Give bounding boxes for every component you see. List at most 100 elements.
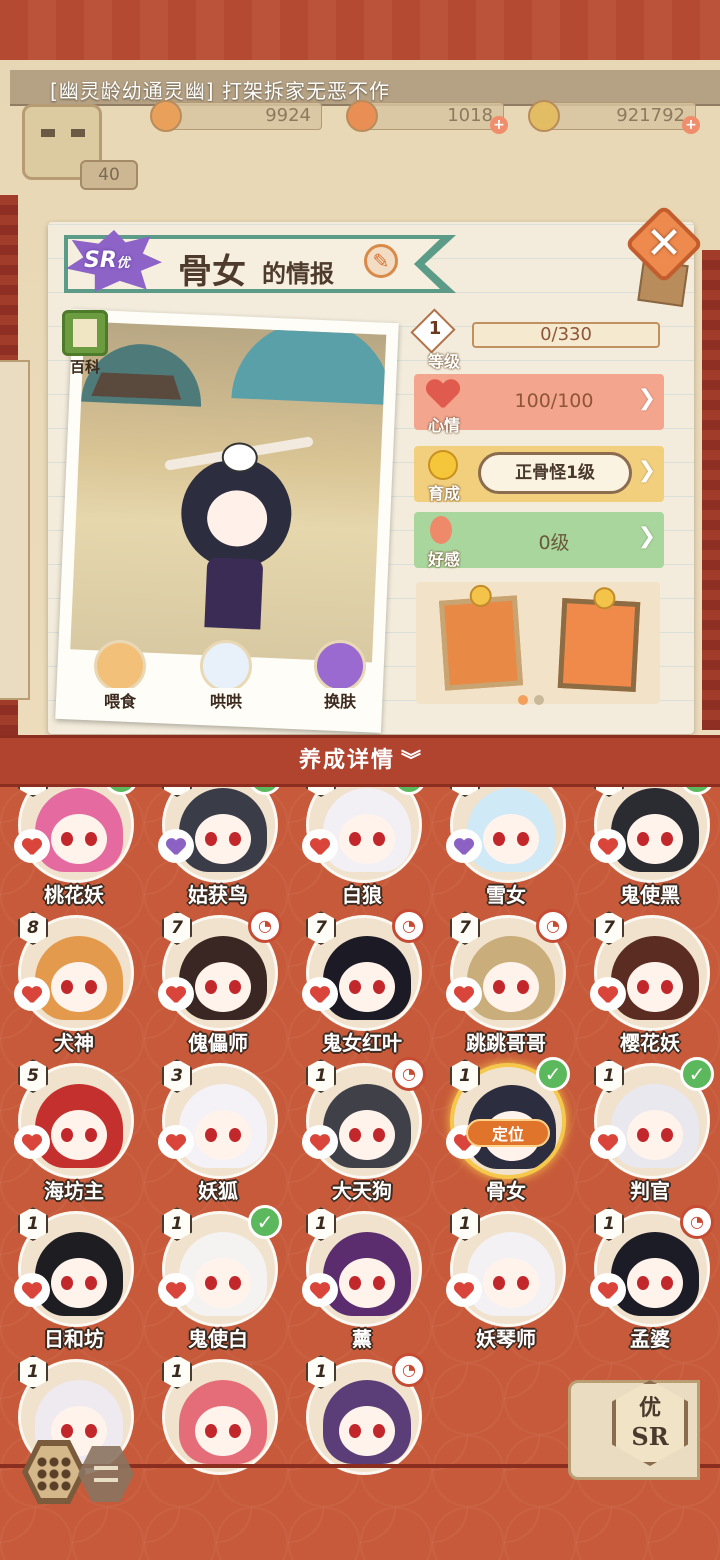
roster-card[interactable]: 7 ◔ 跳跳哥哥 <box>436 909 576 1071</box>
add-gourd-button[interactable]: + <box>490 116 508 134</box>
roster-card[interactable]: 8✓鬼使黑 <box>580 787 720 923</box>
mood-heart-icon <box>586 1271 630 1311</box>
roster-card[interactable]: 7 樱花妖 <box>580 911 720 1071</box>
shikigami-name-label: 日和坊 <box>44 1327 104 1351</box>
growth-details-toggle[interactable]: 养成详情 ︾ <box>0 735 720 787</box>
portrait-face <box>339 814 395 864</box>
change-skin-button[interactable]: 换肤 <box>310 640 370 712</box>
roster-card[interactable]: 1 <box>148 1355 288 1515</box>
portrait-eye <box>637 980 649 994</box>
roster-card[interactable]: 7 ◔ 傀儡师 <box>148 909 288 1071</box>
left-paper-edge <box>0 360 30 700</box>
affinity-value: 0级 <box>538 532 570 554</box>
portrait-eye <box>493 980 505 994</box>
rarity-badge: SR优 <box>66 230 162 292</box>
shikigami-name-label: 骨女 <box>486 1179 526 1203</box>
pin-icon <box>468 584 493 608</box>
portrait-eye <box>205 980 217 994</box>
portrait-eye <box>349 1424 361 1438</box>
portrait-eye <box>517 832 529 846</box>
coin-icon <box>528 100 560 132</box>
portrait-eye <box>373 832 385 846</box>
heart-icon <box>426 380 460 410</box>
portrait-eye <box>349 1128 361 1142</box>
level-label: 等级 <box>427 352 460 371</box>
portrait-eye <box>229 1276 241 1290</box>
wiki-button[interactable]: 百科 <box>60 310 110 380</box>
roster-card[interactable]: 1 ✓ 判官 <box>580 1057 720 1219</box>
mood-heart-icon <box>154 975 198 1015</box>
photo-frames <box>416 582 660 704</box>
roster-card[interactable]: 1 妖琴师 <box>436 1207 576 1367</box>
portrait-eye <box>661 980 673 994</box>
roster-card[interactable]: 1 ✓ 鬼使白 <box>148 1205 288 1367</box>
roster-card[interactable]: 1 日和坊 <box>4 1207 144 1367</box>
mood-heart-icon <box>10 827 54 867</box>
grid-icon <box>36 1456 72 1492</box>
locked-frame[interactable] <box>438 584 524 691</box>
heart-shape <box>598 987 618 1003</box>
shikigami-name-label: 犬神 <box>54 1031 94 1055</box>
heart-shape <box>22 1283 42 1299</box>
roster-card[interactable]: 7 ◔ 鬼女红叶 <box>292 909 432 1071</box>
roster-card[interactable]: 26✓桃花妖 <box>4 787 144 923</box>
portrait-face <box>339 1406 395 1456</box>
portrait-eye <box>637 1128 649 1142</box>
announcement-text: [幽灵龄幼通灵幽] 打架拆家无恶不作 <box>50 79 390 103</box>
avatar-eye-icon <box>41 129 55 137</box>
resource-value: 9924 <box>162 102 322 130</box>
add-coin-button[interactable]: + <box>682 116 700 134</box>
outfit-icon <box>314 640 366 692</box>
portrait-eye <box>229 1424 241 1438</box>
portrait-scene <box>70 321 387 663</box>
heart-shape <box>310 1135 330 1151</box>
resource-value: 921792 <box>540 102 696 130</box>
portrait-eye <box>517 980 529 994</box>
edit-button[interactable]: ✎ <box>364 244 398 278</box>
coax-button[interactable]: 哄哄 <box>196 640 256 712</box>
shikigami-name-label: 大天狗 <box>332 1179 392 1203</box>
mood-heart-icon <box>154 1271 198 1311</box>
mood-heart-icon <box>442 827 486 867</box>
roster-card[interactable]: 3 妖狐 <box>148 1059 288 1219</box>
portrait-eye <box>61 1276 73 1290</box>
level-number: 1 <box>428 318 442 339</box>
portrait-eye <box>61 980 73 994</box>
roster-card[interactable]: 10雪女 <box>436 787 576 923</box>
change-skin-label: 换肤 <box>321 688 358 712</box>
portrait-face <box>627 1258 683 1308</box>
portrait-eye <box>661 832 673 846</box>
roster-card[interactable]: 14✓姑获鸟 <box>148 787 288 923</box>
character-sprite[interactable] <box>164 426 314 631</box>
portrait-face <box>627 814 683 864</box>
roster-card[interactable]: 5 海坊主 <box>4 1059 144 1219</box>
feed-button[interactable]: 喂食 <box>90 640 150 712</box>
status-mark-icon: ◔ <box>392 909 426 943</box>
roster-card[interactable]: 1薰 <box>292 1207 432 1367</box>
heart-shape <box>598 1135 618 1151</box>
portrait-eye <box>373 1276 385 1290</box>
rarity-suffix: 优 <box>116 256 130 271</box>
locked-frame[interactable] <box>557 586 641 692</box>
chevron-right-icon: ❯ <box>637 386 656 411</box>
chevron-right-icon: ❯ <box>637 524 656 549</box>
heart-shape <box>310 1283 330 1299</box>
mood-heart-icon <box>298 827 342 867</box>
gourd-icon <box>346 100 378 132</box>
status-mark-icon: ◔ <box>680 1205 714 1239</box>
roster-card[interactable]: 8 犬神 <box>4 911 144 1071</box>
portrait-face <box>339 1258 395 1308</box>
portrait-eye <box>61 832 73 846</box>
page-dot <box>534 695 544 705</box>
locate-button[interactable]: 定位 <box>466 1119 550 1147</box>
roster-card[interactable]: 1 ✓ 定位 骨女 <box>436 1057 576 1219</box>
portrait-eye <box>637 1276 649 1290</box>
roster-card[interactable]: 11✓白狼 <box>292 787 432 923</box>
portrait-face <box>483 1258 539 1308</box>
mood-heart-icon <box>298 1271 342 1311</box>
roster-card[interactable]: 1 ◔ 大天狗 <box>292 1057 432 1219</box>
portrait-face <box>627 1110 683 1160</box>
roster-card[interactable]: 1 ◔ 孟婆 <box>580 1205 720 1367</box>
close-button[interactable]: ✕ <box>624 204 704 307</box>
roster-card[interactable]: 1 ◔ <box>292 1353 432 1515</box>
